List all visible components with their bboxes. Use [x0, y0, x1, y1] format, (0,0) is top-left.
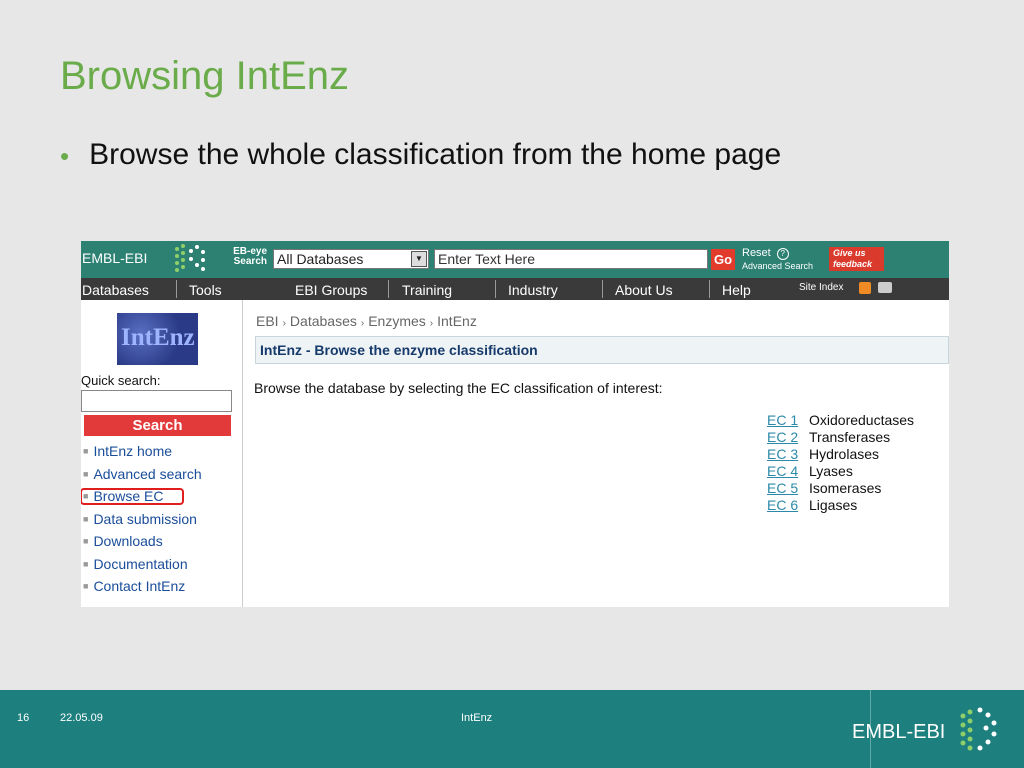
search-button[interactable]: Search — [84, 415, 231, 436]
list-item: EC 5 Isomerases — [767, 480, 881, 497]
bullet-square-icon: ■ — [83, 469, 89, 479]
quick-search-input[interactable] — [81, 390, 232, 412]
nav-ebi-groups[interactable]: EBI Groups — [295, 278, 367, 300]
list-item: EC 4 Lyases — [767, 463, 853, 480]
nav-divider — [602, 280, 603, 298]
embl-ebi-logo[interactable]: EMBL-EBI — [82, 250, 147, 266]
nav-divider — [176, 280, 177, 298]
sidebar-item-data-submission[interactable]: ■ Data submission — [83, 511, 197, 527]
list-item: EC 6 Ligases — [767, 497, 857, 514]
ec-link[interactable]: EC 2 — [767, 429, 809, 446]
main-nav: Databases Tools EBI Groups Training Indu… — [81, 278, 949, 300]
ec-name: Ligases — [809, 497, 858, 513]
slide-footer: 16 22.05.09 IntEnz EMBL-EBI — [0, 690, 1024, 768]
highlight-box — [81, 488, 184, 505]
sidebar-item-contact-intenz[interactable]: ■ Contact IntEnz — [83, 578, 185, 594]
intenz-logo[interactable]: IntEnz — [117, 313, 198, 365]
page-title: IntEnz - Browse the enzyme classificatio… — [255, 336, 949, 364]
slide-title: Browsing IntEnz — [60, 54, 350, 98]
bullet-square-icon: ■ — [83, 514, 89, 524]
sidebar-item-intenz-home[interactable]: ■ IntEnz home — [83, 443, 172, 459]
bullet-square-icon: ■ — [83, 581, 89, 591]
list-item: EC 2 Transferases — [767, 429, 890, 446]
bullet-icon: • — [60, 141, 70, 171]
database-select[interactable]: All Databases ▼ — [273, 249, 429, 269]
rss-icon[interactable] — [859, 282, 871, 294]
ec-link[interactable]: EC 6 — [767, 497, 809, 514]
chevron-right-icon: › — [429, 318, 434, 329]
go-button[interactable]: Go — [711, 249, 735, 270]
nav-help[interactable]: Help — [722, 278, 751, 300]
site-index-link[interactable]: Site Index — [799, 282, 843, 293]
ec-link[interactable]: EC 3 — [767, 446, 809, 463]
breadcrumb-ebi[interactable]: EBI — [256, 313, 279, 329]
footer-logo: EMBL-EBI — [852, 721, 946, 743]
reset-link[interactable]: Reset — [742, 247, 771, 259]
intro-text: Browse the database by selecting the EC … — [254, 380, 663, 396]
bullet-square-icon: ■ — [83, 559, 89, 569]
ec-name: Transferases — [809, 429, 891, 445]
intenz-screenshot: EMBL-EBI EB-eye Search All Databases ▼ E… — [81, 241, 949, 607]
nav-divider — [388, 280, 389, 298]
bullet-text: Browse the whole classification from the… — [89, 138, 782, 171]
ebi-dots-logo-icon — [175, 244, 205, 272]
nav-databases[interactable]: Databases — [82, 278, 149, 300]
nav-about-us[interactable]: About Us — [615, 278, 673, 300]
print-icon[interactable] — [878, 282, 892, 293]
search-input[interactable]: Enter Text Here — [434, 249, 708, 269]
footer-date: 22.05.09 — [60, 712, 103, 724]
ec-name: Hydrolases — [809, 446, 880, 462]
bullet-square-icon: ■ — [83, 446, 89, 456]
nav-training[interactable]: Training — [402, 278, 452, 300]
eb-eye-search-label: EB-eye Search — [233, 246, 267, 267]
nav-divider — [495, 280, 496, 298]
ec-name: Isomerases — [809, 480, 882, 496]
ec-link[interactable]: EC 4 — [767, 463, 809, 480]
reset-area: Reset? Advanced Search — [742, 247, 813, 272]
breadcrumb-databases[interactable]: Databases — [290, 313, 357, 329]
breadcrumb: EBI › Databases › Enzymes › IntEnz — [256, 313, 477, 329]
ec-name: Oxidoreductases — [809, 412, 915, 428]
list-item: EC 1 Oxidoreductases — [767, 412, 914, 429]
sidebar-item-documentation[interactable]: ■ Documentation — [83, 556, 188, 572]
nav-divider — [709, 280, 710, 298]
chevron-right-icon: › — [360, 318, 365, 329]
list-item: EC 3 Hydrolases — [767, 446, 879, 463]
sidebar: IntEnz Quick search: Search ■ IntEnz home… — [81, 300, 243, 607]
dropdown-arrow-icon[interactable]: ▼ — [411, 251, 427, 267]
chevron-right-icon: › — [282, 318, 286, 329]
nav-industry[interactable]: Industry — [508, 278, 558, 300]
ec-link[interactable]: EC 5 — [767, 480, 809, 497]
ebi-dots-logo-icon — [960, 707, 997, 751]
ec-link[interactable]: EC 1 — [767, 412, 809, 429]
breadcrumb-intenz[interactable]: IntEnz — [437, 313, 477, 329]
breadcrumb-enzymes[interactable]: Enzymes — [368, 313, 426, 329]
sidebar-item-downloads[interactable]: ■ Downloads — [83, 533, 163, 549]
slide-number: 16 — [17, 712, 30, 724]
nav-tools[interactable]: Tools — [189, 278, 222, 300]
advanced-search-link[interactable]: Advanced Search — [742, 260, 813, 272]
bullet-item: • Browse the whole classification from t… — [60, 138, 781, 174]
bullet-square-icon: ■ — [83, 536, 89, 546]
help-icon[interactable]: ? — [776, 248, 789, 260]
ec-name: Lyases — [809, 463, 853, 479]
footer-title: IntEnz — [461, 712, 493, 724]
sidebar-item-advanced-search[interactable]: ■ Advanced search — [83, 466, 202, 482]
quick-search-label: Quick search: — [81, 373, 161, 388]
feedback-button[interactable]: Give us feedback — [829, 247, 884, 271]
ebi-header-bar: EMBL-EBI EB-eye Search All Databases ▼ E… — [81, 241, 949, 278]
